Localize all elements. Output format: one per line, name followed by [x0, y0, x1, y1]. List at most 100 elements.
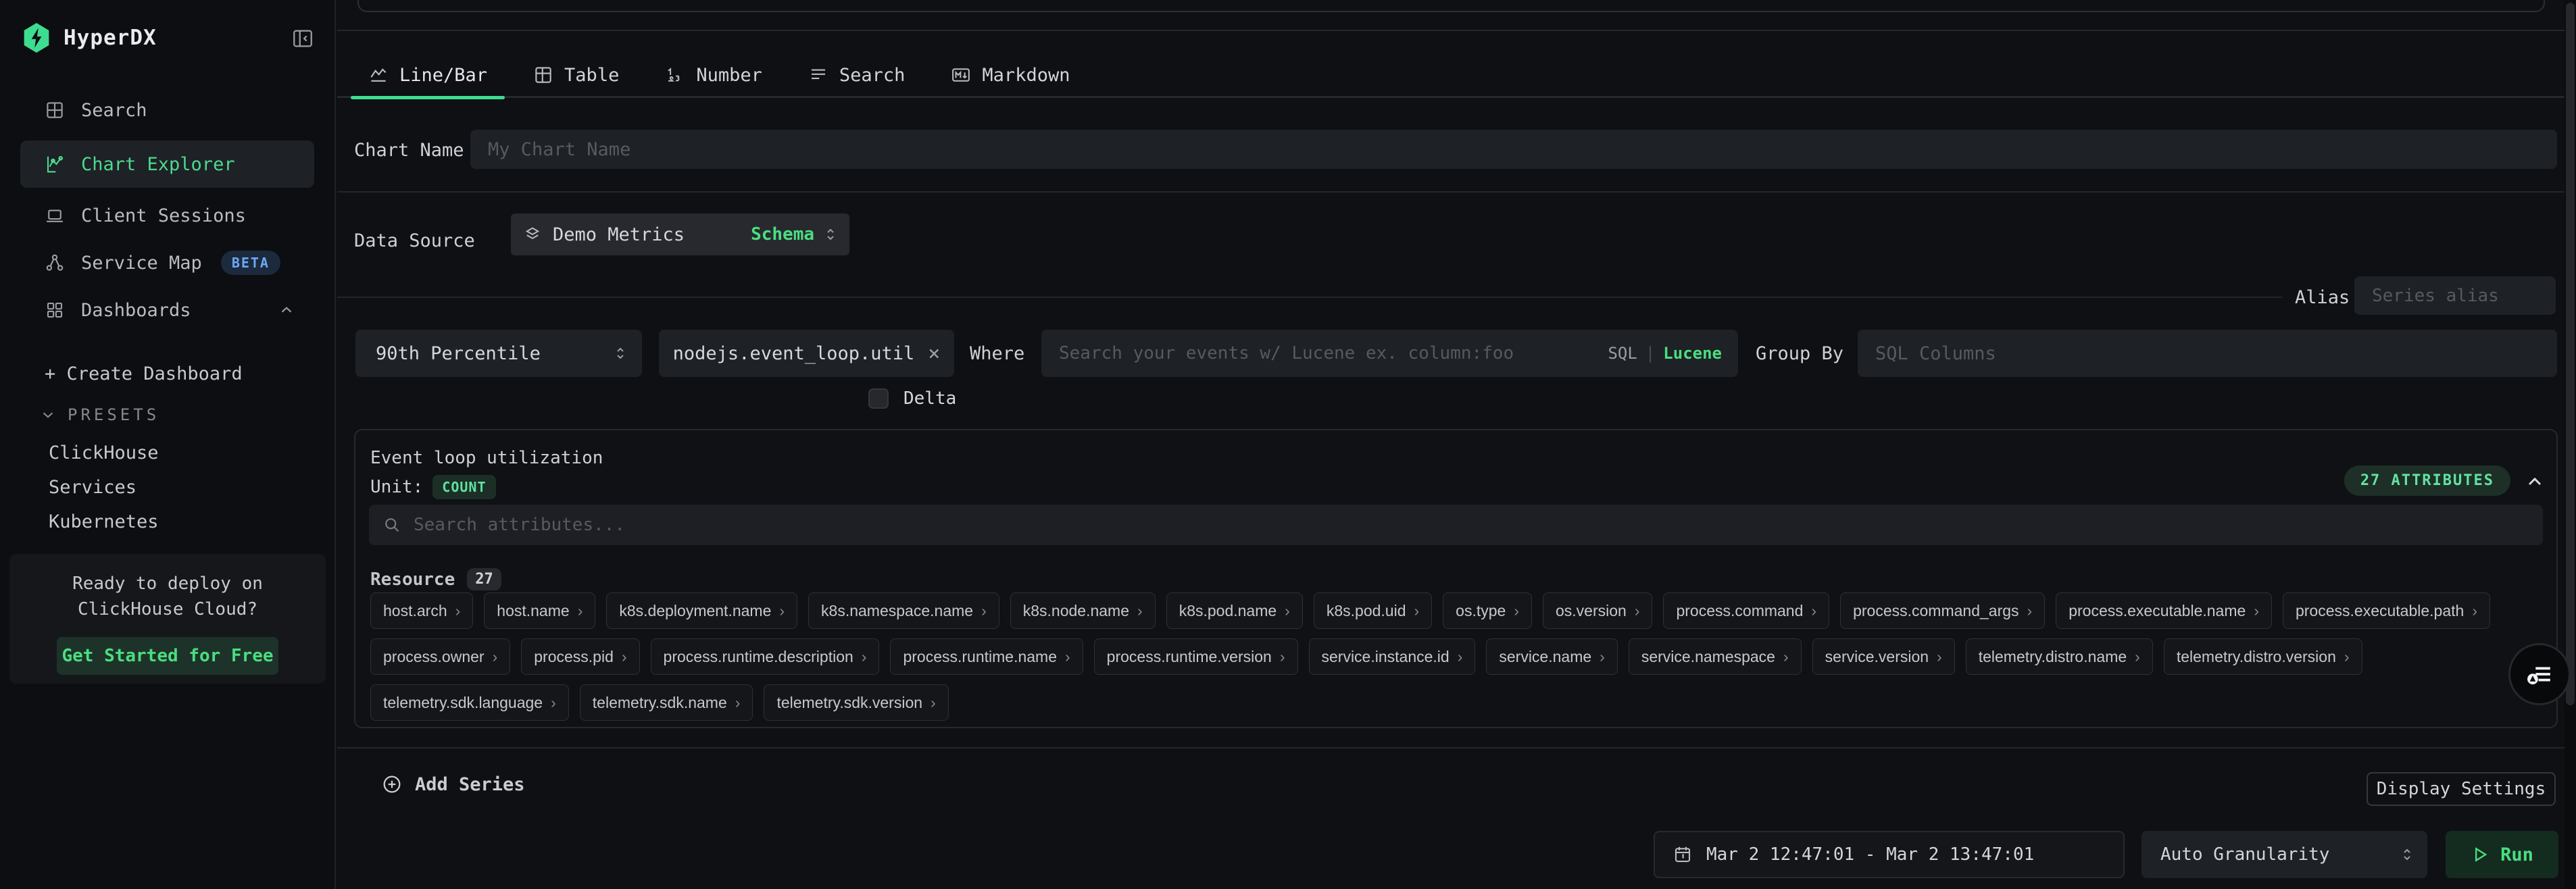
attribute-chip[interactable]: k8s.pod.name ›	[1166, 592, 1303, 629]
attribute-chip[interactable]: k8s.namespace.name ›	[808, 592, 999, 629]
metric-attributes-panel: Event loop utilization Unit: COUNT 27 AT…	[354, 429, 2558, 728]
add-series-button[interactable]: Add Series	[381, 773, 525, 795]
attribute-chip[interactable]: process.command_args ›	[1840, 592, 2045, 629]
sidebar-item-dashboards[interactable]: Dashboards	[0, 289, 335, 331]
attribute-chip[interactable]: telemetry.sdk.language ›	[370, 684, 569, 721]
add-series-label: Add Series	[415, 774, 525, 795]
attribute-chip[interactable]: process.pid ›	[521, 638, 639, 675]
metric-description: Event loop utilization	[370, 448, 603, 468]
tab-search[interactable]: Search	[791, 53, 923, 97]
attribute-chip[interactable]: process.runtime.description ›	[651, 638, 880, 675]
sidebar-item-chart-explorer[interactable]: Chart Explorer	[20, 141, 314, 188]
toggle-separator: |	[1645, 344, 1655, 363]
tab-label: Number	[696, 65, 762, 86]
attribute-chip[interactable]: telemetry.sdk.name ›	[580, 684, 753, 721]
presets-header-label: PRESETS	[68, 405, 159, 424]
sidebar-item-client-sessions[interactable]: Client Sessions	[0, 195, 335, 236]
attribute-chip[interactable]: service.name ›	[1486, 638, 1617, 675]
aggregation-select[interactable]: 90th Percentile	[355, 330, 642, 377]
time-range-picker[interactable]: Mar 2 12:47:01 - Mar 2 13:47:01	[1654, 831, 2125, 878]
attribute-chip[interactable]: telemetry.distro.version ›	[2164, 638, 2362, 675]
chevron-right-icon: ›	[735, 694, 741, 712]
granularity-select[interactable]: Auto Granularity	[2141, 831, 2427, 878]
attribute-chip[interactable]: process.runtime.version ›	[1094, 638, 1298, 675]
main-panel: Line/Bar Table Number Search	[337, 0, 2576, 889]
beta-badge: BETA	[221, 251, 280, 275]
attribute-chip[interactable]: host.name ›	[484, 592, 595, 629]
query-language-toggle[interactable]: SQL | Lucene	[1608, 330, 1722, 377]
attribute-chip[interactable]: service.namespace ›	[1629, 638, 1802, 675]
aggregation-value: 90th Percentile	[376, 343, 541, 364]
get-started-button[interactable]: Get Started for Free	[57, 637, 278, 675]
sql-toggle[interactable]: SQL	[1608, 344, 1637, 363]
tab-markdown[interactable]: Markdown	[933, 53, 1087, 97]
promo-text: Ready to deploy on ClickHouse Cloud?	[34, 572, 301, 622]
run-button[interactable]: Run	[2446, 831, 2558, 878]
group-by-input[interactable]	[1858, 330, 2557, 377]
chevron-up-icon[interactable]	[278, 301, 295, 319]
attribute-chip[interactable]: telemetry.sdk.version ›	[764, 684, 948, 721]
attribute-chip[interactable]: service.instance.id ›	[1309, 638, 1476, 675]
table-icon	[533, 65, 553, 85]
attribute-chip[interactable]: process.executable.name ›	[2056, 592, 2272, 629]
attribute-chip[interactable]: host.arch ›	[370, 592, 473, 629]
tab-line-bar[interactable]: Line/Bar	[351, 53, 505, 97]
attribute-chip[interactable]: process.command ›	[1663, 592, 1829, 629]
chart-events-filter-button[interactable]	[2508, 643, 2571, 705]
attribute-chip[interactable]: service.version ›	[1812, 638, 1955, 675]
delta-checkbox[interactable]	[868, 388, 889, 409]
display-settings-button[interactable]: Display Settings	[2367, 772, 2556, 806]
unit-label: Unit:	[370, 477, 423, 497]
preset-item[interactable]: Kubernetes	[49, 505, 159, 539]
sidebar-item-label: Client Sessions	[81, 205, 246, 226]
attribute-chip[interactable]: process.executable.path ›	[2283, 592, 2490, 629]
filter-list-icon	[2524, 659, 2555, 690]
attribute-search-input[interactable]	[369, 505, 2543, 545]
attribute-chip[interactable]: process.owner ›	[370, 638, 510, 675]
list-search-icon	[808, 65, 828, 85]
run-label: Run	[2500, 844, 2533, 865]
chevron-right-icon: ›	[779, 602, 785, 620]
scrollbar-thumb[interactable]	[2566, 3, 2575, 705]
scrollbar[interactable]	[2565, 0, 2576, 889]
chevron-right-icon: ›	[1600, 648, 1605, 666]
attribute-chip[interactable]: process.runtime.name ›	[890, 638, 1083, 675]
presets-header[interactable]: PRESETS	[39, 405, 159, 424]
attribute-chip[interactable]: k8s.pod.uid ›	[1314, 592, 1432, 629]
data-source-select[interactable]: Demo Metrics Schema	[511, 213, 849, 255]
attribute-chip[interactable]: k8s.deployment.name ›	[606, 592, 797, 629]
sidebar-item-search[interactable]: Search	[0, 89, 335, 131]
attribute-chip[interactable]: k8s.node.name ›	[1010, 592, 1156, 629]
preset-item[interactable]: Services	[49, 470, 159, 505]
attribute-chip[interactable]: os.version ›	[1543, 592, 1653, 629]
chevron-right-icon: ›	[2472, 602, 2477, 620]
logo: HyperDX	[0, 18, 335, 58]
attribute-chip[interactable]: os.type ›	[1443, 592, 1532, 629]
attribute-chips: host.arch › host.name › k8s.deployment.n…	[370, 592, 2546, 721]
remove-metric-icon[interactable]: ×	[928, 342, 940, 365]
delta-label: Delta	[903, 388, 956, 409]
tab-table[interactable]: Table	[516, 53, 637, 97]
chart-type-tabs: Line/Bar Table Number Search	[351, 53, 1098, 97]
alias-input[interactable]	[2354, 276, 2556, 315]
attributes-count-badge: 27 ATTRIBUTES	[2344, 465, 2510, 496]
tab-label: Search	[839, 65, 906, 86]
sidebar-item-service-map[interactable]: Service Map BETA	[0, 242, 335, 284]
collapse-panel-icon[interactable]	[2524, 471, 2546, 492]
chart-name-input[interactable]	[470, 130, 2557, 169]
metric-field-tag[interactable]: nodejs.event_loop.util ×	[659, 330, 954, 377]
chevron-right-icon: ›	[1458, 648, 1463, 666]
select-updown-icon	[2399, 846, 2415, 863]
collapse-sidebar-icon[interactable]	[291, 27, 314, 50]
chevron-right-icon: ›	[1065, 648, 1070, 666]
chevron-right-icon: ›	[862, 648, 867, 666]
sidebar: HyperDX Search Chart Explorer	[0, 0, 336, 889]
tab-number[interactable]: Number	[647, 53, 780, 97]
attribute-chip[interactable]: telemetry.distro.name ›	[1966, 638, 2153, 675]
chevron-right-icon: ›	[622, 648, 627, 666]
schema-link[interactable]: Schema	[751, 224, 814, 245]
lucene-toggle[interactable]: Lucene	[1663, 344, 1722, 363]
hyperdx-logo-icon	[22, 22, 51, 54]
create-dashboard-button[interactable]: + Create Dashboard	[45, 363, 243, 384]
preset-item[interactable]: ClickHouse	[49, 436, 159, 470]
